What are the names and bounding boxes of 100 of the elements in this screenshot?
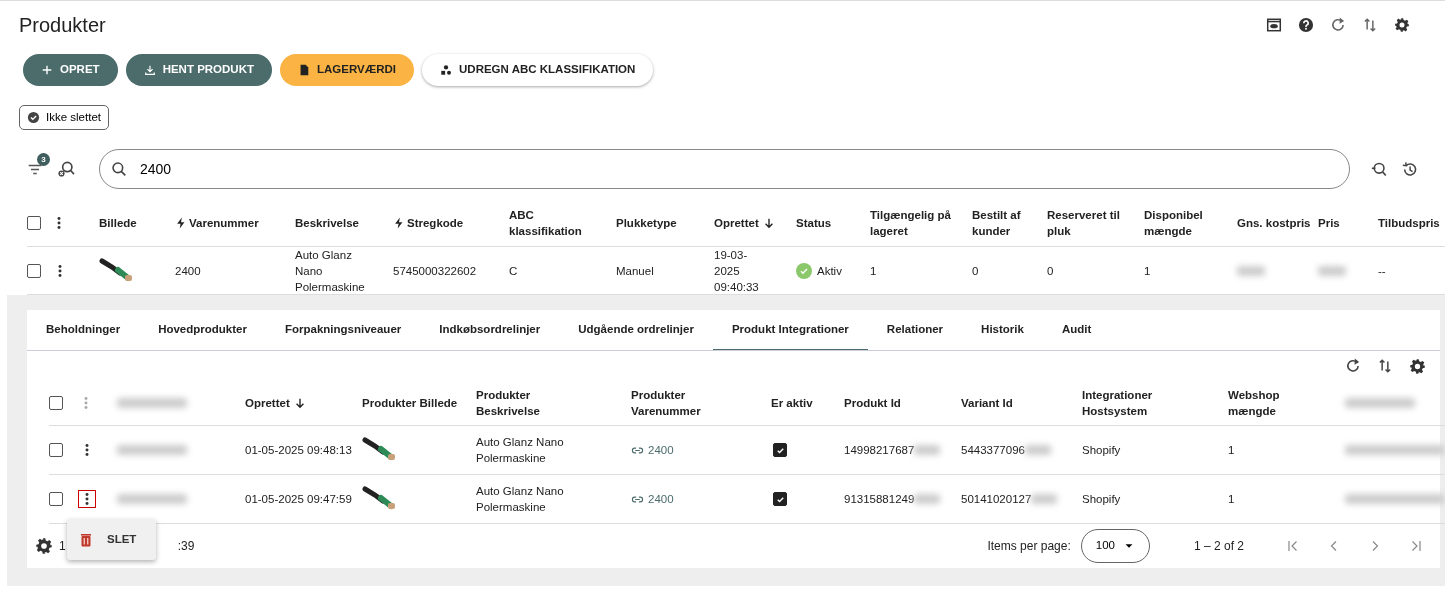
table-cell-text: Shopify bbox=[1082, 492, 1121, 507]
table-cell-text: 1 bbox=[1144, 263, 1151, 279]
detail-tab[interactable]: Beholdninger bbox=[27, 310, 140, 350]
shapes-icon bbox=[440, 64, 453, 76]
column-header[interactable]: Gns. kostpris bbox=[1237, 214, 1311, 231]
table-cell-text: 1 bbox=[870, 263, 877, 279]
column-header[interactable]: Reserveret til pluk bbox=[1047, 206, 1132, 239]
row-checkbox[interactable] bbox=[49, 443, 63, 457]
search-field[interactable]: 2400 bbox=[99, 149, 1350, 189]
sort-down-icon[interactable] bbox=[762, 216, 775, 229]
column-header[interactable]: Produkter Varenummer bbox=[631, 387, 731, 419]
table-cell-text: 5443377096 bbox=[961, 443, 1025, 458]
menu-item[interactable]: SLET bbox=[67, 521, 157, 559]
column-header[interactable]: Integrationer Hostsystem bbox=[1082, 387, 1182, 419]
column-header[interactable]: Oprettet bbox=[245, 395, 290, 411]
download-icon bbox=[143, 64, 156, 76]
help-icon[interactable] bbox=[1298, 17, 1314, 33]
trash-icon bbox=[79, 532, 93, 547]
footer-text: 1 bbox=[59, 538, 66, 555]
search-icon bbox=[111, 161, 127, 177]
row-checkbox[interactable] bbox=[27, 263, 41, 278]
table-cell-text: 1 bbox=[1228, 492, 1235, 507]
history-icon[interactable] bbox=[1401, 160, 1418, 178]
preview-icon[interactable] bbox=[1266, 17, 1282, 33]
product-link[interactable]: 2400 bbox=[631, 442, 674, 458]
table-cell-text: 50141020127 bbox=[961, 492, 1032, 507]
last-page-icon[interactable] bbox=[1409, 539, 1423, 553]
detail-tab[interactable]: Forpakningsniveauer bbox=[265, 310, 421, 350]
column-header[interactable]: Produkter Beskrivelse bbox=[476, 387, 576, 419]
detail-tab[interactable]: Audit bbox=[1042, 310, 1111, 350]
filter-chip[interactable]: Ikke slettet bbox=[19, 105, 109, 130]
zoom-reset-icon[interactable] bbox=[1370, 160, 1387, 178]
table-cell-text: Auto Glanz Nano Polermaskine bbox=[295, 247, 366, 295]
select-all-checkbox[interactable] bbox=[27, 215, 41, 230]
column-header[interactable]: Bestilt af kunder bbox=[972, 206, 1047, 239]
column-header[interactable]: Oprettet bbox=[714, 214, 759, 231]
filter-count-badge: 3 bbox=[37, 153, 50, 166]
table-cell-text: 2400 bbox=[175, 263, 201, 279]
action-button[interactable]: OPRET bbox=[23, 54, 118, 86]
table-cell-text: Auto Glanz Nano Polermaskine bbox=[476, 484, 565, 515]
sort-icon[interactable] bbox=[1362, 17, 1378, 33]
sort-icon[interactable] bbox=[1377, 358, 1393, 374]
table-cell-text: -- bbox=[1378, 263, 1386, 279]
redacted-header bbox=[1345, 398, 1415, 408]
column-header[interactable]: Tilbudspris bbox=[1378, 214, 1440, 231]
product-photo-placeholder bbox=[99, 257, 135, 284]
redacted-value bbox=[1024, 445, 1051, 455]
detail-tab[interactable]: Hovedprodukter bbox=[139, 310, 266, 350]
column-header[interactable]: Plukketype bbox=[616, 214, 677, 231]
detail-tab[interactable]: Produkt Integrationer bbox=[712, 310, 868, 350]
refresh-icon[interactable] bbox=[1345, 358, 1361, 374]
more-icon[interactable] bbox=[78, 490, 96, 508]
column-header[interactable]: Beskrivelse bbox=[295, 214, 359, 231]
product-link[interactable]: 2400 bbox=[631, 491, 674, 507]
redacted-value bbox=[914, 494, 941, 504]
clear-search-icon[interactable] bbox=[57, 160, 75, 178]
settings-icon[interactable] bbox=[35, 537, 53, 555]
redacted-value bbox=[1031, 494, 1058, 504]
table-cell-text: Auto Glanz Nano Polermaskine bbox=[476, 435, 565, 466]
column-header[interactable]: Tilgængelig på lageret bbox=[870, 206, 955, 239]
column-header[interactable]: Webshop mængde bbox=[1228, 387, 1328, 419]
table-cell-text: Shopify bbox=[1082, 443, 1121, 458]
redacted-value bbox=[1318, 265, 1346, 276]
column-header[interactable]: Varenummer bbox=[189, 214, 259, 231]
action-button[interactable]: LAGERVÆRDI bbox=[280, 54, 415, 86]
items-per-page-select[interactable]: 100 bbox=[1080, 529, 1150, 563]
select-all-checkbox[interactable] bbox=[49, 396, 63, 410]
table-cell-text: 0 bbox=[1047, 263, 1054, 279]
table-cell-text: 91315881249 bbox=[844, 492, 915, 507]
table-cell-text: 01-05-2025 09:47:59 bbox=[245, 492, 352, 507]
table-cell-text: 1 bbox=[1228, 443, 1235, 458]
table-cell-text: Manuel bbox=[616, 263, 654, 279]
column-header[interactable]: Status bbox=[796, 214, 832, 231]
action-button[interactable]: UDREGN ABC KLASSIFIKATION bbox=[422, 54, 654, 86]
redacted-value bbox=[117, 494, 187, 504]
column-header[interactable]: Stregkode bbox=[407, 214, 464, 231]
column-header[interactable]: Produkter Billede bbox=[362, 395, 458, 411]
items-per-page-label: Items per page: bbox=[987, 538, 1071, 555]
product-photo-placeholder bbox=[362, 486, 398, 512]
detail-tab[interactable]: Historik bbox=[962, 310, 1043, 350]
sort-down-icon[interactable] bbox=[293, 397, 306, 409]
column-header[interactable]: Produkt Id bbox=[844, 395, 901, 411]
redacted-value bbox=[914, 445, 941, 455]
detail-tab[interactable]: Udgående ordrelinjer bbox=[559, 310, 713, 350]
first-page-icon[interactable] bbox=[1286, 539, 1300, 553]
footer-text: :39 bbox=[177, 538, 195, 555]
row-checkbox[interactable] bbox=[49, 492, 63, 506]
settings-icon[interactable] bbox=[1409, 357, 1426, 375]
column-header[interactable]: Er aktiv bbox=[771, 395, 813, 411]
column-header[interactable]: Disponibel mængde bbox=[1144, 206, 1229, 239]
column-header[interactable]: Pris bbox=[1318, 214, 1340, 231]
settings-icon[interactable] bbox=[1394, 17, 1410, 33]
detail-tab[interactable]: Indkøbsordrelinjer bbox=[420, 310, 560, 350]
table-cell-text: 19-03-2025 09:40:33 bbox=[714, 247, 760, 295]
column-header[interactable]: ABC klassifikation bbox=[509, 206, 594, 239]
detail-tab[interactable]: Relationer bbox=[867, 310, 963, 350]
column-header[interactable]: Variant Id bbox=[961, 395, 1013, 411]
refresh-icon[interactable] bbox=[1330, 17, 1346, 33]
action-button[interactable]: HENT PRODUKT bbox=[125, 54, 272, 86]
column-header[interactable]: Billede bbox=[99, 214, 137, 231]
